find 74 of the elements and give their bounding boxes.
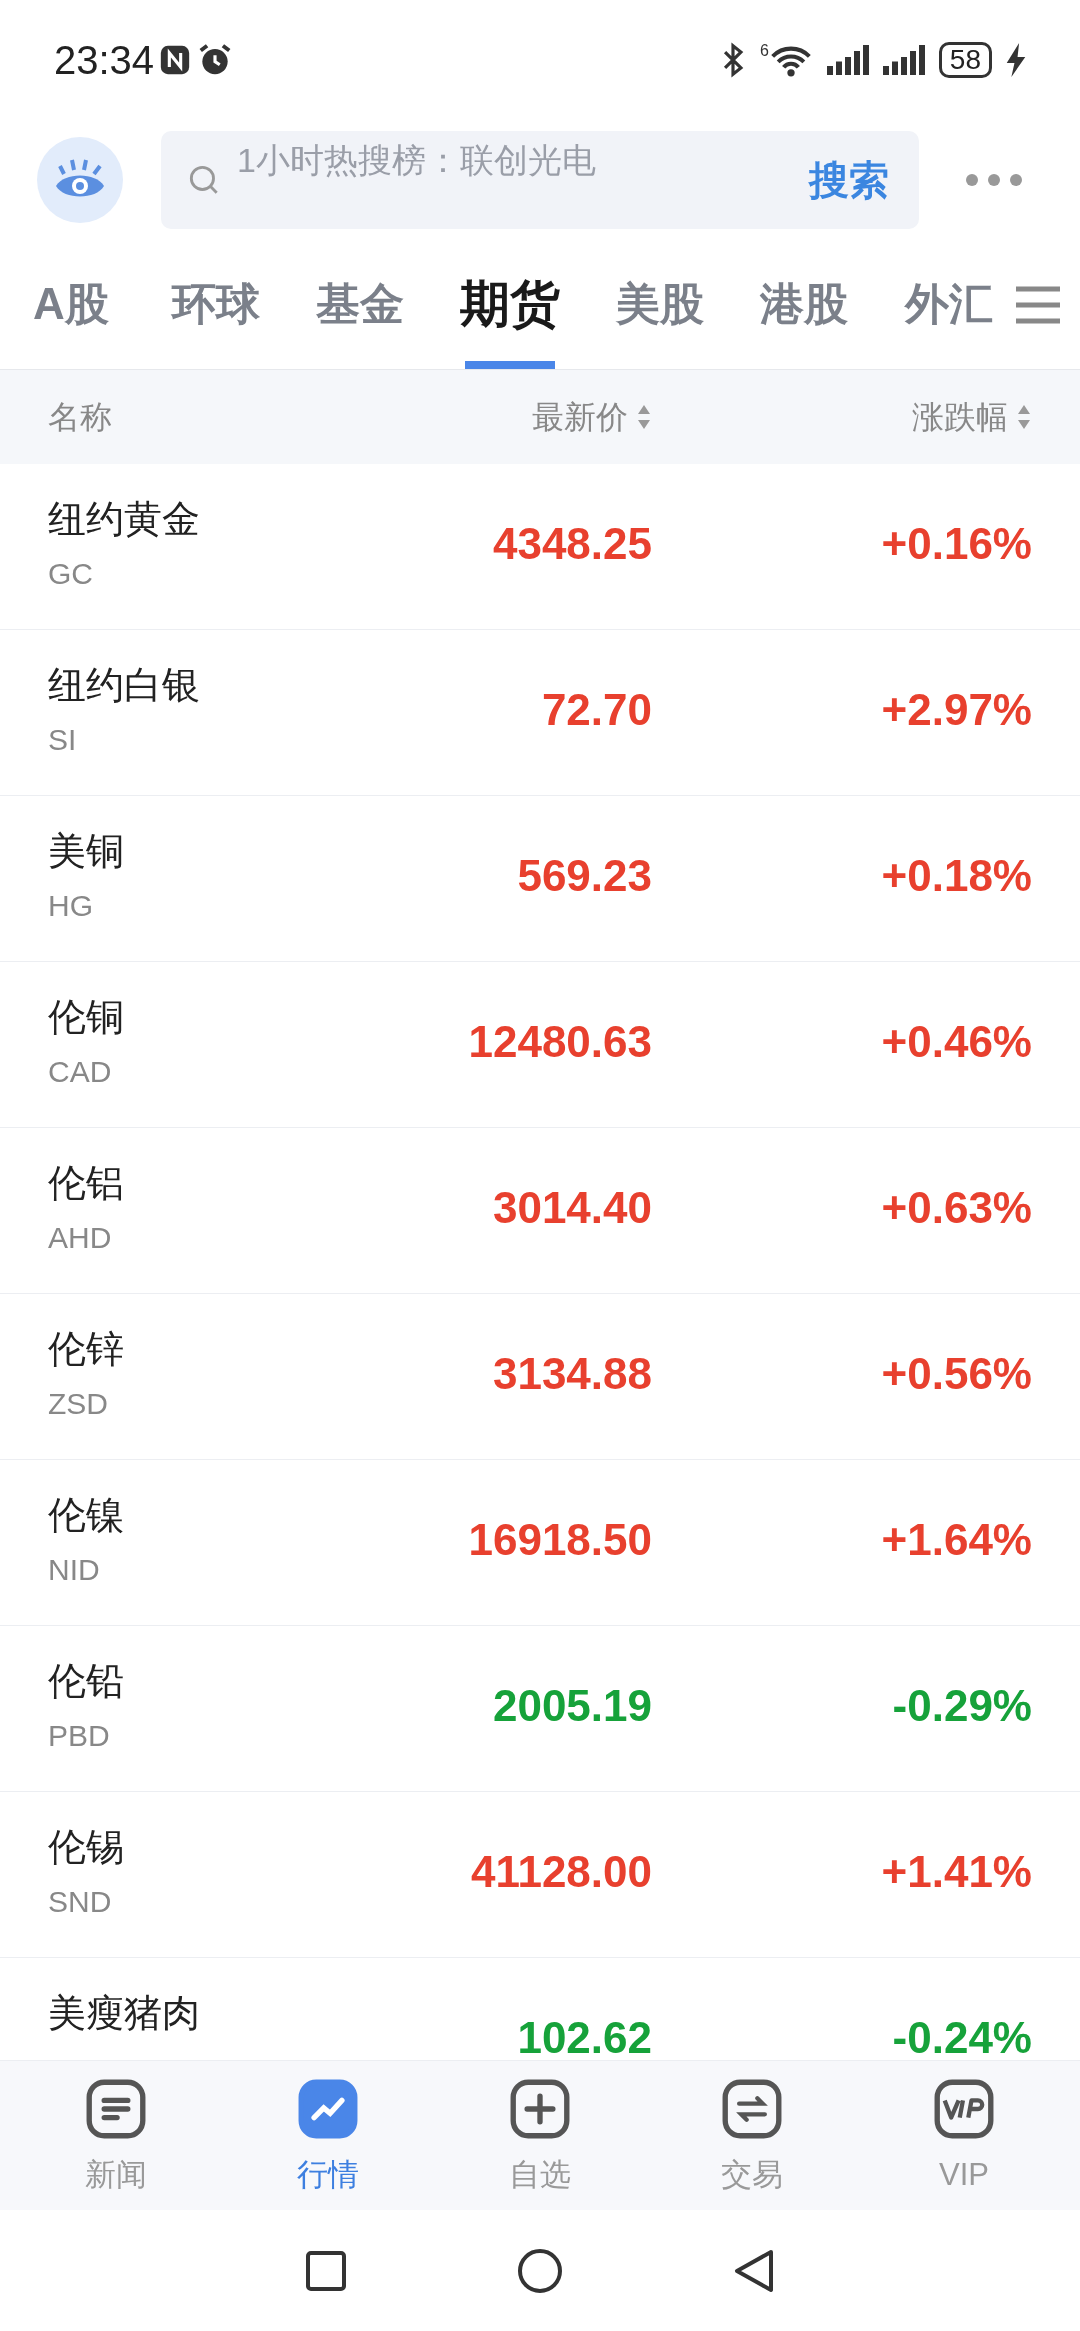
price-cell-text: 102.62 [516,2012,652,2060]
column-header: 名称 [48,398,113,437]
instrument-code: SND [48,1884,113,1920]
instrument-code: PBD [48,1718,111,1754]
instrument-code: AHD [48,1220,113,1256]
instrument-name: 美瘦猪肉 [48,1991,201,2036]
market-tab[interactable]: 期货 [459,239,560,369]
change-cell-text: +0.16% [880,518,1032,570]
change-cell-text: -0.24% [891,2012,1032,2060]
signal-icon [826,45,869,75]
instrument-name: 伦铜 [48,995,125,1040]
market-tab[interactable]: A股 [26,239,116,369]
menu-icon[interactable] [1014,284,1062,325]
market-tab[interactable]: 环球 [170,239,261,369]
home-icon[interactable] [517,2247,563,2294]
instrument-name: 伦锡 [48,1825,125,1870]
charging-icon [1006,43,1026,77]
chart-icon [298,2078,358,2139]
back-icon[interactable] [733,2247,775,2294]
news-icon [86,2078,146,2139]
instrument-name: 纽约白银 [48,663,201,708]
instrument-code: CAD [48,1054,113,1090]
price-cell-text: 3014.40 [491,1182,652,1234]
price-cell-text: 16918.50 [467,1514,652,1566]
instrument-name: 伦铅 [48,1659,125,1704]
instrument-name: 伦镍 [48,1493,125,1538]
price-cell-text: 4348.25 [491,518,652,570]
change-cell-text: +1.41% [880,1846,1032,1898]
instrument-code: HG [48,888,94,924]
column-header[interactable]: 最新价 [352,393,652,441]
nav-tab[interactable]: 新闻 [41,2078,191,2193]
instrument-code: GC [48,556,94,592]
instrument-name: 纽约黄金 [48,497,201,542]
change-cell-text: +0.18% [880,850,1032,902]
search-field[interactable]: 1小时热搜榜：联创光电 搜索 [161,131,919,229]
price-cell-text: 2005.19 [491,1680,652,1732]
market-tab[interactable]: 美股 [614,239,705,369]
change-cell-text: +2.97% [880,684,1032,736]
price-cell-text: 41128.00 [469,1846,652,1898]
exchange-icon [722,2078,782,2139]
instrument-code: ZSD [48,1386,109,1422]
change-cell-text: +0.63% [880,1182,1032,1234]
change-cell-text: +0.56% [880,1348,1032,1400]
nav-tab[interactable]: 行情 [253,2078,403,2193]
more-icon[interactable] [965,173,1023,187]
battery-indicator: 58 [938,42,992,78]
instrument-name: 伦铝 [48,1161,125,1206]
change-cell-text: +1.64% [880,1514,1032,1566]
signal-icon [882,45,925,75]
change-cell-text: +0.46% [880,1016,1032,1068]
wifi-generation-label: 6 [759,43,769,59]
nav-tab[interactable]: 交易 [677,2078,827,2193]
price-cell-text: 3134.88 [491,1348,652,1400]
instrument-code: SI [48,722,78,758]
instrument-name: 伦锌 [48,1327,125,1372]
recent-apps-icon[interactable] [305,2249,347,2292]
nav-tab[interactable]: VIP [889,2078,1039,2193]
change-cell-text: -0.29% [891,1680,1032,1732]
plus-icon [510,2078,570,2139]
price-cell-text: 569.23 [516,850,652,902]
status-time: 23:34 [54,37,155,84]
price-cell-text: 12480.63 [467,1016,652,1068]
vip-icon [934,2078,994,2139]
sort-icon [636,403,652,431]
search-button[interactable]: 搜索 [809,150,889,210]
sort-icon [1016,403,1032,431]
instrument-name: 美铜 [48,829,125,874]
nav-tab[interactable]: 自选 [465,2078,615,2193]
market-tab[interactable]: 外汇 [903,239,994,369]
market-tab[interactable]: 基金 [315,239,406,369]
instrument-code: NID [48,1552,101,1588]
price-cell-text: 72.70 [540,684,652,736]
market-tab[interactable]: 港股 [759,239,850,369]
column-header[interactable]: 涨跌幅 [652,393,1032,441]
